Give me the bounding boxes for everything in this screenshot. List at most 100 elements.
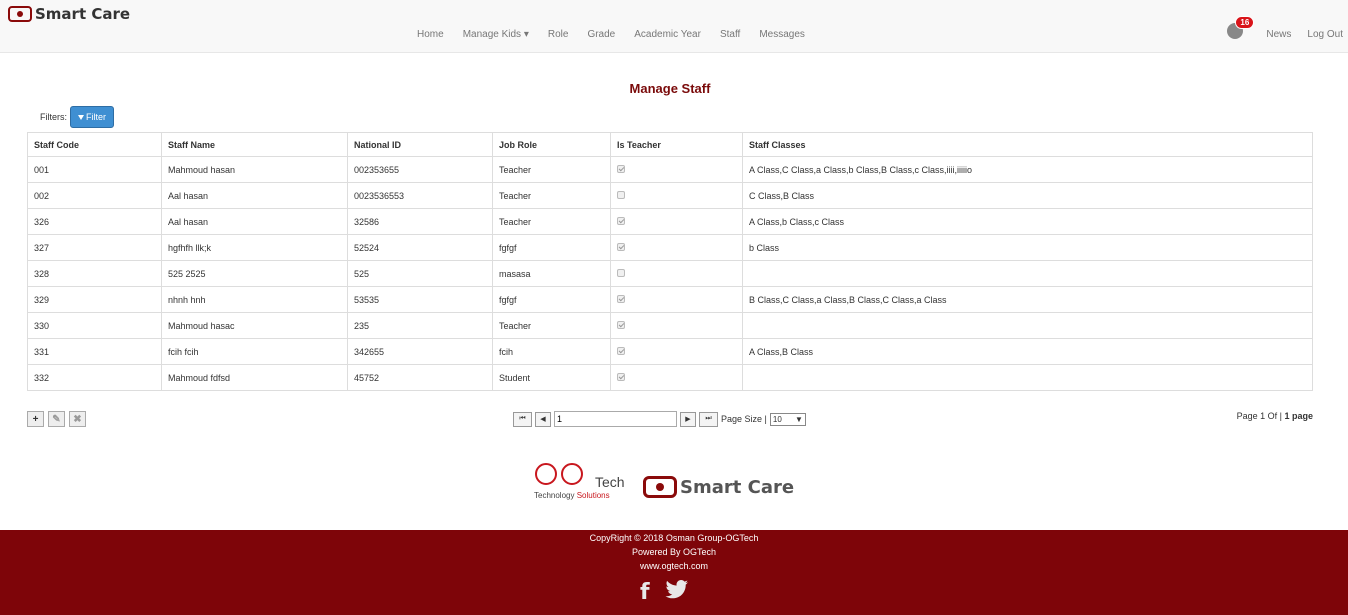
cell-staff-classes: C Class,B Class [742, 182, 1313, 209]
cell-job-role: masasa [492, 260, 611, 287]
cell-staff-code: 328 [27, 260, 162, 287]
page-info: Page 1 Of | 1 page [1237, 411, 1313, 421]
logout-link[interactable]: Log Out [1307, 29, 1343, 40]
last-page-button[interactable]: ⏭ [699, 411, 718, 427]
last-page-icon: ⏭ [705, 415, 712, 422]
col-staff-code[interactable]: Staff Code [27, 132, 162, 157]
cell-job-role: fgfgf [492, 234, 611, 261]
table-row[interactable]: 327 hgfhfh llk;k 52524 fgfgf b Class [27, 234, 1313, 261]
cell-staff-classes: B Class,C Class,a Class,B Class,C Class,… [742, 286, 1313, 313]
notifications-globe-icon[interactable]: 16 [1227, 16, 1255, 39]
filter-button-label: Filter [86, 112, 106, 122]
brand-logo[interactable]: Smart Care [8, 5, 130, 23]
smart-care-footer-icon [643, 476, 677, 498]
nav-home[interactable]: Home [417, 29, 444, 40]
table-row[interactable]: 329 nhnh hnh 53535 fgfgf B Class,C Class,a C… [27, 286, 1313, 313]
footer-website[interactable]: www.ogtech.com [0, 561, 1348, 571]
footer-copyright: CopyRight © 2018 Osman Group-OGTech [589, 533, 759, 543]
twitter-icon[interactable] [665, 580, 689, 600]
main-nav: Home Manage Kids ▾ Role Grade Academic Y… [417, 29, 824, 40]
is-teacher-checkbox[interactable] [617, 346, 625, 355]
cell-staff-name: nhnh hnh [161, 286, 348, 313]
plus-icon: + [32, 413, 39, 425]
cell-national-id: 32586 [347, 208, 493, 235]
smart-care-footer-logo: Smart Care [643, 476, 794, 498]
cell-staff-name: Mahmoud hasan [161, 156, 348, 183]
first-page-button[interactable]: ⏮ [513, 411, 532, 427]
add-button[interactable]: + [27, 411, 44, 427]
cell-is-teacher [610, 312, 743, 339]
news-link[interactable]: News [1266, 29, 1291, 40]
is-teacher-checkbox[interactable] [617, 268, 625, 277]
table-row[interactable]: 330 Mahmoud hasac 235 Teacher [27, 312, 1313, 339]
nav-staff[interactable]: Staff [720, 29, 740, 40]
page-title: Manage Staff [629, 81, 711, 96]
filters-label: Filters: [40, 112, 67, 122]
cell-national-id: 53535 [347, 286, 493, 313]
col-staff-name[interactable]: Staff Name [161, 132, 348, 157]
nav-academic-year[interactable]: Academic Year [634, 29, 701, 40]
table-row[interactable]: 001 Mahmoud hasan 002353655 Teacher A Class,… [27, 156, 1313, 183]
next-page-button[interactable]: ▶ [680, 411, 696, 427]
col-national-id[interactable]: National ID [347, 132, 493, 157]
cell-job-role: Student [492, 364, 611, 391]
is-teacher-checkbox[interactable] [617, 320, 625, 329]
filters-bar: Filters: Filter [40, 106, 114, 128]
cell-is-teacher [610, 234, 743, 261]
footer: CopyRight © 2018 Osman Group-OGTech Powe… [0, 530, 1348, 615]
table-row[interactable]: 328 525 2525 525 masasa [27, 260, 1313, 287]
og-g-shape [561, 463, 583, 485]
cell-staff-classes: A Class,B Class [742, 338, 1313, 365]
nav-grade[interactable]: Grade [587, 29, 615, 40]
filter-button[interactable]: Filter [70, 106, 114, 128]
nav-messages[interactable]: Messages [759, 29, 805, 40]
first-page-icon: ⏮ [519, 415, 526, 422]
cell-job-role: fgfgf [492, 286, 611, 313]
cell-national-id: 0023536553 [347, 182, 493, 209]
is-teacher-checkbox[interactable] [617, 164, 625, 173]
col-is-teacher[interactable]: Is Teacher [610, 132, 743, 157]
page-number-input[interactable] [554, 411, 677, 427]
cell-staff-code: 002 [27, 182, 162, 209]
facebook-icon[interactable]: f [640, 580, 650, 605]
prev-page-icon: ◀ [540, 416, 546, 423]
cell-staff-classes: b Class [742, 234, 1313, 261]
col-job-role[interactable]: Job Role [492, 132, 611, 157]
cell-staff-classes: A Class,C Class,a Class,b Class,B Class,… [742, 156, 1313, 183]
table-row[interactable]: 326 Aal hasan 32586 Teacher A Class,b Class,… [27, 208, 1313, 235]
is-teacher-checkbox[interactable] [617, 372, 625, 381]
page-size-value: 10 [772, 414, 782, 424]
notification-badge: 16 [1235, 16, 1255, 29]
og-tagline-2: Solutions [576, 491, 610, 500]
table-row[interactable]: 332 Mahmoud fdfsd 45752 Student [27, 364, 1313, 391]
nav-manage-kids[interactable]: Manage Kids ▾ [463, 29, 529, 40]
chevron-down-icon: ▼ [794, 414, 803, 424]
smart-care-footer-text: Smart Care [680, 476, 795, 498]
cell-staff-name: hgfhfh llk;k [161, 234, 348, 261]
edit-button[interactable]: ✎ [48, 411, 65, 427]
next-page-icon: ▶ [685, 416, 691, 423]
pencil-icon: ✎ [52, 413, 61, 425]
og-tagline-1: Technology [534, 491, 575, 500]
is-teacher-checkbox[interactable] [617, 294, 625, 303]
og-tagline: Technology Solutions [534, 491, 610, 500]
cell-job-role: Teacher [492, 182, 611, 209]
page-size-label: Page Size | [721, 414, 767, 424]
cell-staff-code: 331 [27, 338, 162, 365]
nav-role[interactable]: Role [548, 29, 569, 40]
is-teacher-checkbox[interactable] [617, 216, 625, 225]
cell-national-id: 342655 [347, 338, 493, 365]
cell-staff-classes [742, 260, 1313, 287]
footer-powered: Powered By OGTech [631, 547, 717, 557]
table-row[interactable]: 002 Aal hasan 0023536553 Teacher C Class,B C… [27, 182, 1313, 209]
delete-button[interactable]: ✖ [69, 411, 86, 427]
col-staff-classes[interactable]: Staff Classes [742, 132, 1313, 157]
social-links: f [640, 580, 689, 605]
table-row[interactable]: 331 fcih fcih 342655 fcih A Class,B Class [27, 338, 1313, 365]
page-size-select[interactable]: 10 ▼ [769, 412, 806, 426]
is-teacher-checkbox[interactable] [617, 190, 625, 199]
prev-page-button[interactable]: ◀ [535, 411, 551, 427]
staff-table: Staff Code Staff Name National ID Job Ro… [27, 132, 1313, 391]
is-teacher-checkbox[interactable] [617, 242, 625, 251]
cell-is-teacher [610, 338, 743, 365]
